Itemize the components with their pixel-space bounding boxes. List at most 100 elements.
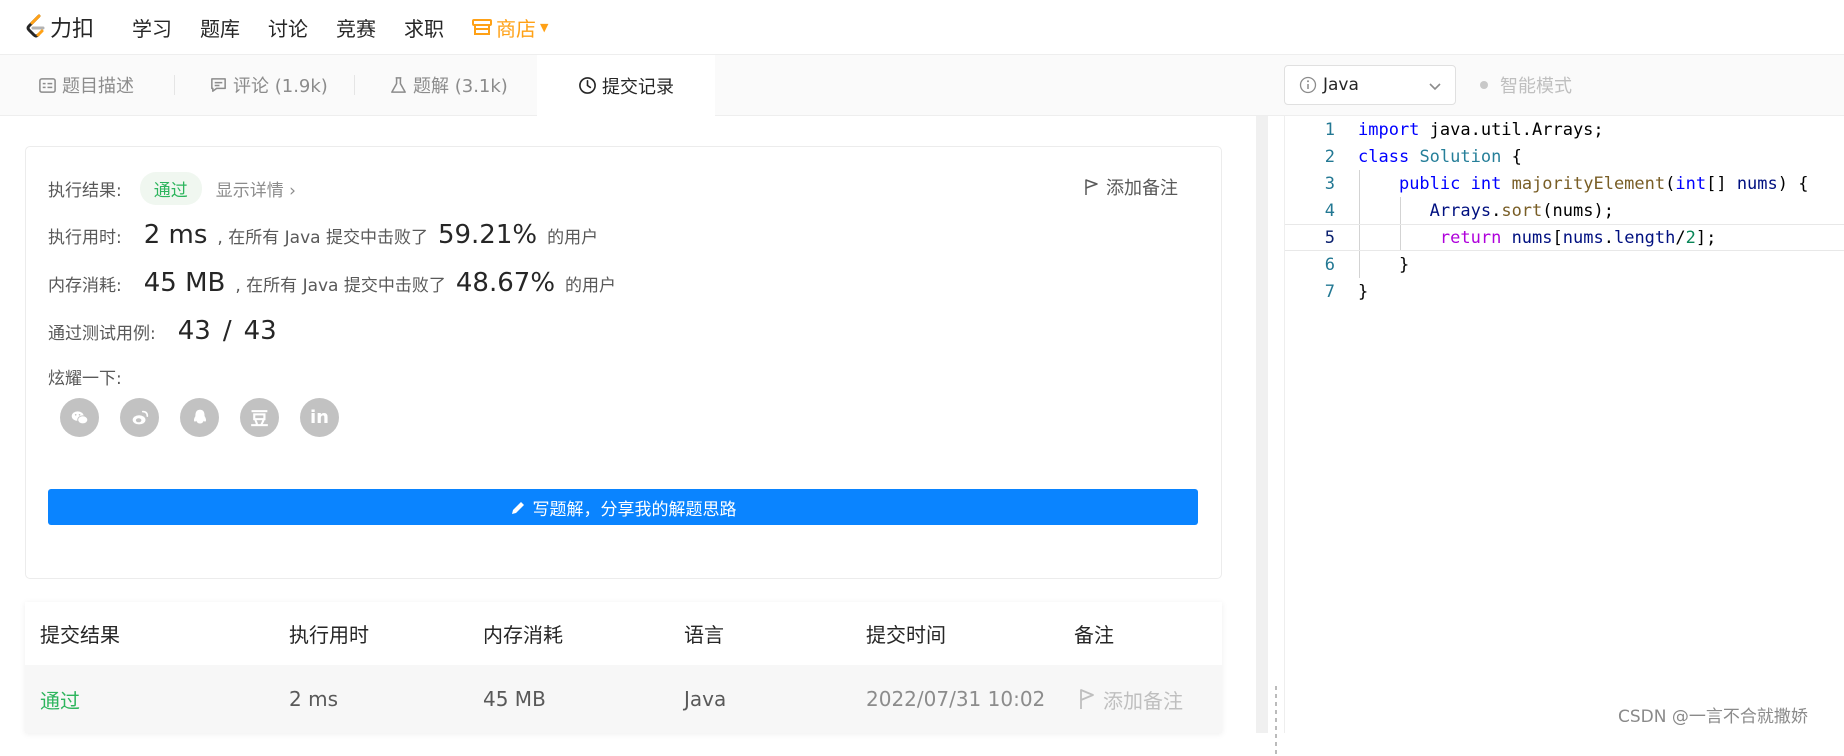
smart-mode-label: 智能模式 [1500, 76, 1572, 97]
pane-resize-handle[interactable] [1268, 116, 1284, 756]
code-line: 7 } [1285, 278, 1844, 305]
tab-comments-label: 评论 (1.9k) [233, 76, 328, 97]
code-text: return nums[nums.length/2]; [1439, 227, 1717, 248]
nav-item-learn[interactable]: 学习 [132, 13, 172, 42]
line-number: 7 [1324, 281, 1335, 302]
left-pane-scrollbar[interactable] [1256, 116, 1268, 733]
line-number: 1 [1324, 119, 1335, 140]
tab-separator [354, 75, 355, 95]
memory-label: 内存消耗: [48, 275, 122, 296]
clock-icon [579, 77, 596, 94]
nav-item-shop[interactable]: 商店 ▼ [472, 13, 548, 42]
submission-result-link[interactable]: 通过 [40, 665, 80, 733]
weibo-icon[interactable] [120, 398, 159, 437]
column-header-result: 提交结果 [40, 623, 120, 647]
show-details-label: 显示详情 [215, 181, 284, 201]
submission-runtime: 2 ms [289, 687, 338, 711]
runtime-percent: 59.21% [437, 220, 538, 250]
douban-icon[interactable]: 豆 [240, 398, 279, 437]
column-header-memory: 内存消耗 [483, 623, 563, 647]
tab-solutions-label: 题解 (3.1k) [413, 76, 508, 97]
caret-down-icon: ▼ [540, 20, 549, 34]
runtime-text: , 在所有 Java 提交中击败了 [217, 227, 428, 248]
code-line: 1 import java.util.Arrays; [1285, 116, 1844, 143]
tab-solutions[interactable]: 题解 (3.1k) [389, 55, 508, 115]
result-status-row: 执行结果: 通过 显示详情 › [48, 172, 296, 205]
tab-submissions-label: 提交记录 [602, 76, 674, 98]
nav-item-contest[interactable]: 竞赛 [336, 13, 376, 42]
line-number: 4 [1324, 200, 1335, 221]
tests-passed: 43 [177, 316, 211, 346]
csdn-watermark: CSDN @一言不合就撒娇 [1618, 707, 1808, 727]
line-number: 5 [1324, 227, 1335, 248]
memory-row: 内存消耗: 45 MB , 在所有 Java 提交中击败了 48.67% 的用户 [48, 268, 616, 298]
column-header-language: 语言 [684, 623, 724, 647]
store-icon [472, 19, 493, 35]
language-select[interactable]: Java [1284, 65, 1456, 105]
code-text: import java.util.Arrays; [1358, 119, 1604, 140]
submission-time: 2022/07/31 10:02 [866, 687, 1046, 711]
memory-percent: 48.67% [455, 268, 556, 298]
tab-submissions[interactable]: 提交记录 [537, 55, 715, 116]
add-note-button[interactable]: 添加备注 [1083, 174, 1178, 200]
tab-description[interactable]: 题目描述 [38, 55, 134, 115]
tab-comments[interactable]: 评论 (1.9k) [209, 55, 328, 115]
code-line-current: 5 return nums[nums.length/2]; [1285, 224, 1844, 251]
share-label: 炫耀一下: [48, 369, 122, 389]
table-header: 提交结果 执行用时 内存消耗 语言 提交时间 备注 [25, 602, 1222, 665]
submission-add-note-label: 添加备注 [1103, 688, 1183, 713]
pencil-icon [511, 501, 524, 514]
info-icon [1299, 76, 1317, 94]
linkedin-icon[interactable]: in [300, 398, 339, 437]
column-header-runtime: 执行用时 [289, 623, 369, 647]
drag-grip-icon [1275, 686, 1277, 756]
code-text: class Solution { [1358, 146, 1522, 167]
table-row[interactable]: 通过 2 ms 45 MB Java 2022/07/31 10:02 添加备注 [25, 665, 1222, 733]
runtime-row: 执行用时: 2 ms , 在所有 Java 提交中击败了 59.21% 的用户 [48, 220, 598, 250]
nav-item-discuss[interactable]: 讨论 [268, 13, 308, 42]
line-number: 2 [1324, 146, 1335, 167]
smart-mode-toggle[interactable]: 智能模式 [1480, 65, 1572, 105]
description-icon [39, 77, 56, 93]
flag-icon [1080, 689, 1094, 709]
nav-shop-label: 商店 [496, 16, 537, 41]
memory-suffix: 的用户 [565, 275, 617, 296]
nav-item-problems[interactable]: 题库 [200, 13, 240, 42]
language-select-value: Java [1323, 75, 1359, 95]
share-row: 炫耀一下: [48, 364, 122, 389]
code-editor[interactable]: 1 import java.util.Arrays; 2 class Solut… [1284, 116, 1844, 733]
memory-value: 45 MB [143, 268, 226, 298]
wechat-icon[interactable] [60, 398, 99, 437]
submission-memory: 45 MB [483, 687, 546, 711]
code-text: Arrays.sort(nums); [1429, 200, 1614, 221]
code-line: 2 class Solution { [1285, 143, 1844, 170]
code-text: public int majorityElement(int[] nums) { [1398, 173, 1809, 194]
flask-icon [391, 76, 406, 93]
nav-item-jobs[interactable]: 求职 [404, 13, 444, 42]
flag-icon [1085, 179, 1098, 195]
top-navigation: 力扣 学习 题库 讨论 竞赛 求职 商店 ▼ [0, 0, 1844, 55]
runtime-value: 2 ms [143, 220, 208, 250]
column-header-note: 备注 [1074, 623, 1114, 647]
tests-total: 43 [243, 316, 277, 346]
chevron-right-icon: › [289, 181, 296, 201]
qq-icon[interactable] [180, 398, 219, 437]
tests-separator: / [222, 316, 232, 346]
leetcode-logo[interactable]: 力扣 [24, 11, 94, 43]
submission-add-note-button[interactable]: 添加备注 [1077, 665, 1183, 733]
runtime-label: 执行用时: [48, 227, 122, 248]
write-solution-button[interactable]: 写题解，分享我的解题思路 [48, 489, 1198, 525]
tests-row: 通过测试用例: 43 / 43 [48, 316, 277, 346]
code-line: 6 } [1285, 251, 1844, 278]
comment-icon [211, 77, 226, 92]
result-status-label: 执行结果: [48, 181, 122, 201]
add-note-label: 添加备注 [1106, 178, 1178, 199]
memory-text: , 在所有 Java 提交中击败了 [235, 275, 446, 296]
show-details-link[interactable]: 显示详情 › [216, 176, 296, 201]
line-number: 6 [1324, 254, 1335, 275]
code-text: } [1358, 254, 1410, 275]
write-solution-label: 写题解，分享我的解题思路 [532, 499, 737, 519]
leetcode-logo-icon [26, 14, 45, 38]
share-icon-group: 豆 in [60, 398, 360, 437]
smart-mode-dot-icon [1480, 81, 1488, 89]
